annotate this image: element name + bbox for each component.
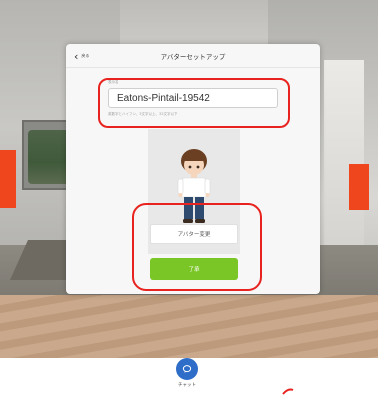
red-marker-right (349, 164, 369, 210)
dialog-header: ‹ 戻る アバターセットアップ (66, 44, 320, 68)
avatar-buttons-highlight (132, 203, 262, 291)
red-marker-left (0, 150, 16, 208)
chat-label: チャット (178, 383, 196, 388)
dialog-title: アバターセットアップ (160, 53, 226, 61)
wood-floor (0, 295, 378, 358)
name-field-highlight (98, 78, 290, 128)
chat-button[interactable] (176, 358, 198, 380)
chat-bubble-icon (182, 365, 192, 373)
plants (28, 130, 70, 184)
red-arrow-mark (282, 388, 294, 395)
